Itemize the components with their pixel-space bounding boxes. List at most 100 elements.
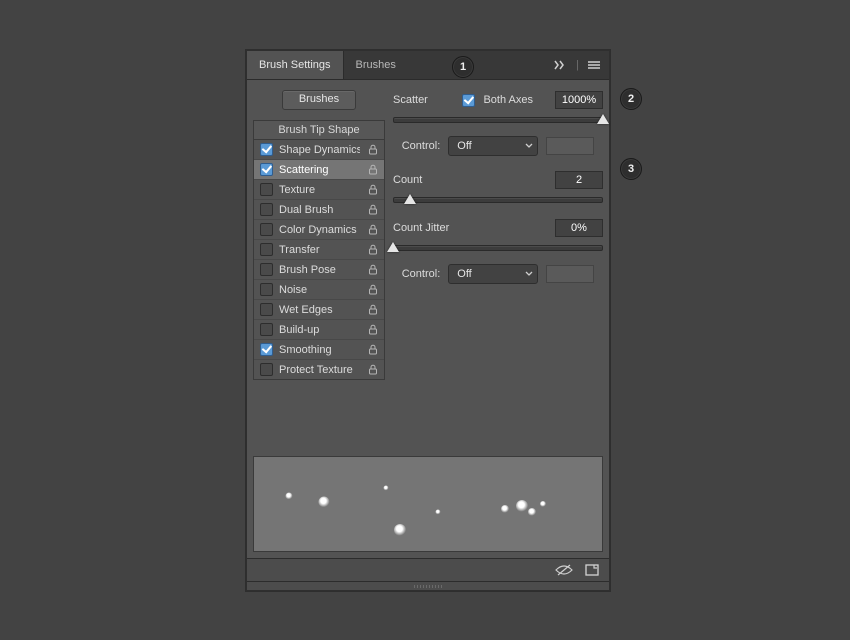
option-checkbox[interactable]	[260, 203, 273, 216]
option-row[interactable]: Protect Texture	[254, 360, 384, 379]
tab-brush-settings[interactable]: Brush Settings	[247, 51, 344, 79]
resize-gripper[interactable]	[247, 581, 609, 590]
option-checkbox[interactable]	[260, 303, 273, 316]
count-jitter-value: 0%	[571, 222, 587, 234]
option-label: Build-up	[279, 324, 360, 336]
option-label: Texture	[279, 184, 360, 196]
lock-icon[interactable]	[366, 184, 380, 195]
panel-footer	[247, 558, 609, 581]
option-row[interactable]: Shape Dynamics	[254, 140, 384, 160]
lock-icon[interactable]	[366, 204, 380, 215]
tab-brushes[interactable]: Brushes	[344, 51, 409, 79]
lock-icon[interactable]	[366, 144, 380, 155]
header-label: Brush Tip Shape	[278, 124, 359, 136]
tab-label: Brush Settings	[259, 59, 331, 71]
count-input[interactable]: 2	[555, 171, 603, 189]
control-label: Control:	[402, 140, 441, 152]
lock-icon[interactable]	[366, 344, 380, 355]
select-value: Off	[457, 268, 471, 280]
left-column: Brushes Brush Tip Shape Shape Dynamics Sc…	[253, 86, 385, 444]
preview-dot	[501, 505, 509, 513]
chevron-down-icon	[525, 271, 533, 277]
count-slider[interactable]	[393, 192, 603, 206]
scatter-label: Scatter	[393, 94, 428, 106]
option-checkbox[interactable]	[260, 243, 273, 256]
option-checkbox[interactable]	[260, 163, 273, 176]
option-checkbox[interactable]	[260, 283, 273, 296]
right-column: Scatter Both Axes 1000% Control: Off	[393, 86, 603, 444]
option-row[interactable]: Noise	[254, 280, 384, 300]
option-label: Color Dynamics	[279, 224, 360, 236]
scatter-slider[interactable]	[393, 112, 603, 126]
callout-badge-3: 3	[620, 158, 642, 180]
callout-badge-2: 2	[620, 88, 642, 110]
preview-dot	[540, 501, 546, 507]
option-label: Scattering	[279, 164, 360, 176]
option-row[interactable]: Color Dynamics	[254, 220, 384, 240]
tab-label: Brushes	[356, 59, 396, 71]
option-checkbox[interactable]	[260, 323, 273, 336]
scatter-control-value	[546, 137, 594, 155]
panel-menu-icon[interactable]	[587, 60, 601, 70]
collapse-icon[interactable]	[554, 60, 568, 70]
slider-thumb[interactable]	[597, 114, 609, 124]
slider-thumb[interactable]	[387, 242, 399, 252]
option-label: Dual Brush	[279, 204, 360, 216]
count-value: 2	[576, 174, 582, 186]
count-jitter-label: Count Jitter	[393, 222, 449, 234]
brushes-button[interactable]: Brushes	[282, 90, 356, 110]
option-row[interactable]: Smoothing	[254, 340, 384, 360]
brush-preview	[253, 456, 603, 552]
option-row[interactable]: Transfer	[254, 240, 384, 260]
option-row[interactable]: Dual Brush	[254, 200, 384, 220]
lock-icon[interactable]	[366, 364, 380, 375]
scatter-control-select[interactable]: Off	[448, 136, 538, 156]
lock-icon[interactable]	[366, 224, 380, 235]
option-checkbox[interactable]	[260, 363, 273, 376]
count-jitter-input[interactable]: 0%	[555, 219, 603, 237]
preview-dot	[285, 493, 292, 500]
option-label: Shape Dynamics	[279, 144, 360, 156]
option-checkbox[interactable]	[260, 223, 273, 236]
scatter-input[interactable]: 1000%	[555, 91, 603, 109]
option-row[interactable]: Brush Pose	[254, 260, 384, 280]
scatter-value: 1000%	[562, 94, 596, 106]
preview-dot	[384, 486, 389, 491]
callout-badge-1: 1	[452, 56, 474, 78]
lock-icon[interactable]	[366, 244, 380, 255]
new-preset-icon[interactable]	[585, 564, 599, 576]
slider-thumb[interactable]	[404, 194, 416, 204]
option-label: Wet Edges	[279, 304, 360, 316]
chevron-down-icon	[525, 143, 533, 149]
option-row[interactable]: Wet Edges	[254, 300, 384, 320]
button-label: Brushes	[299, 93, 339, 105]
lock-icon[interactable]	[366, 324, 380, 335]
jitter-control-select[interactable]: Off	[448, 264, 538, 284]
count-jitter-slider[interactable]	[393, 240, 603, 254]
lock-icon[interactable]	[366, 164, 380, 175]
option-label: Smoothing	[279, 344, 360, 356]
option-checkbox[interactable]	[260, 143, 273, 156]
lock-icon[interactable]	[366, 284, 380, 295]
option-checkbox[interactable]	[260, 343, 273, 356]
preview-dot	[318, 497, 329, 508]
toggle-preview-icon[interactable]	[555, 564, 573, 576]
lock-icon[interactable]	[366, 264, 380, 275]
option-label: Brush Pose	[279, 264, 360, 276]
option-row[interactable]: Texture	[254, 180, 384, 200]
option-checkbox[interactable]	[260, 183, 273, 196]
option-row[interactable]: Build-up	[254, 320, 384, 340]
option-label: Transfer	[279, 244, 360, 256]
option-checkbox[interactable]	[260, 263, 273, 276]
lock-icon[interactable]	[366, 304, 380, 315]
brush-options-list: Brush Tip Shape Shape Dynamics Scattering…	[253, 120, 385, 380]
both-axes-checkbox[interactable]	[462, 94, 475, 107]
option-label: Protect Texture	[279, 364, 360, 376]
brush-settings-panel: Brush Settings Brushes | Brushes Brush T…	[246, 50, 610, 591]
option-row[interactable]: Scattering	[254, 160, 384, 180]
count-label: Count	[393, 174, 422, 186]
panel-tabbar: Brush Settings Brushes |	[247, 51, 609, 80]
preview-dot	[394, 524, 406, 536]
both-axes-label: Both Axes	[483, 94, 533, 106]
list-header[interactable]: Brush Tip Shape	[254, 121, 384, 140]
